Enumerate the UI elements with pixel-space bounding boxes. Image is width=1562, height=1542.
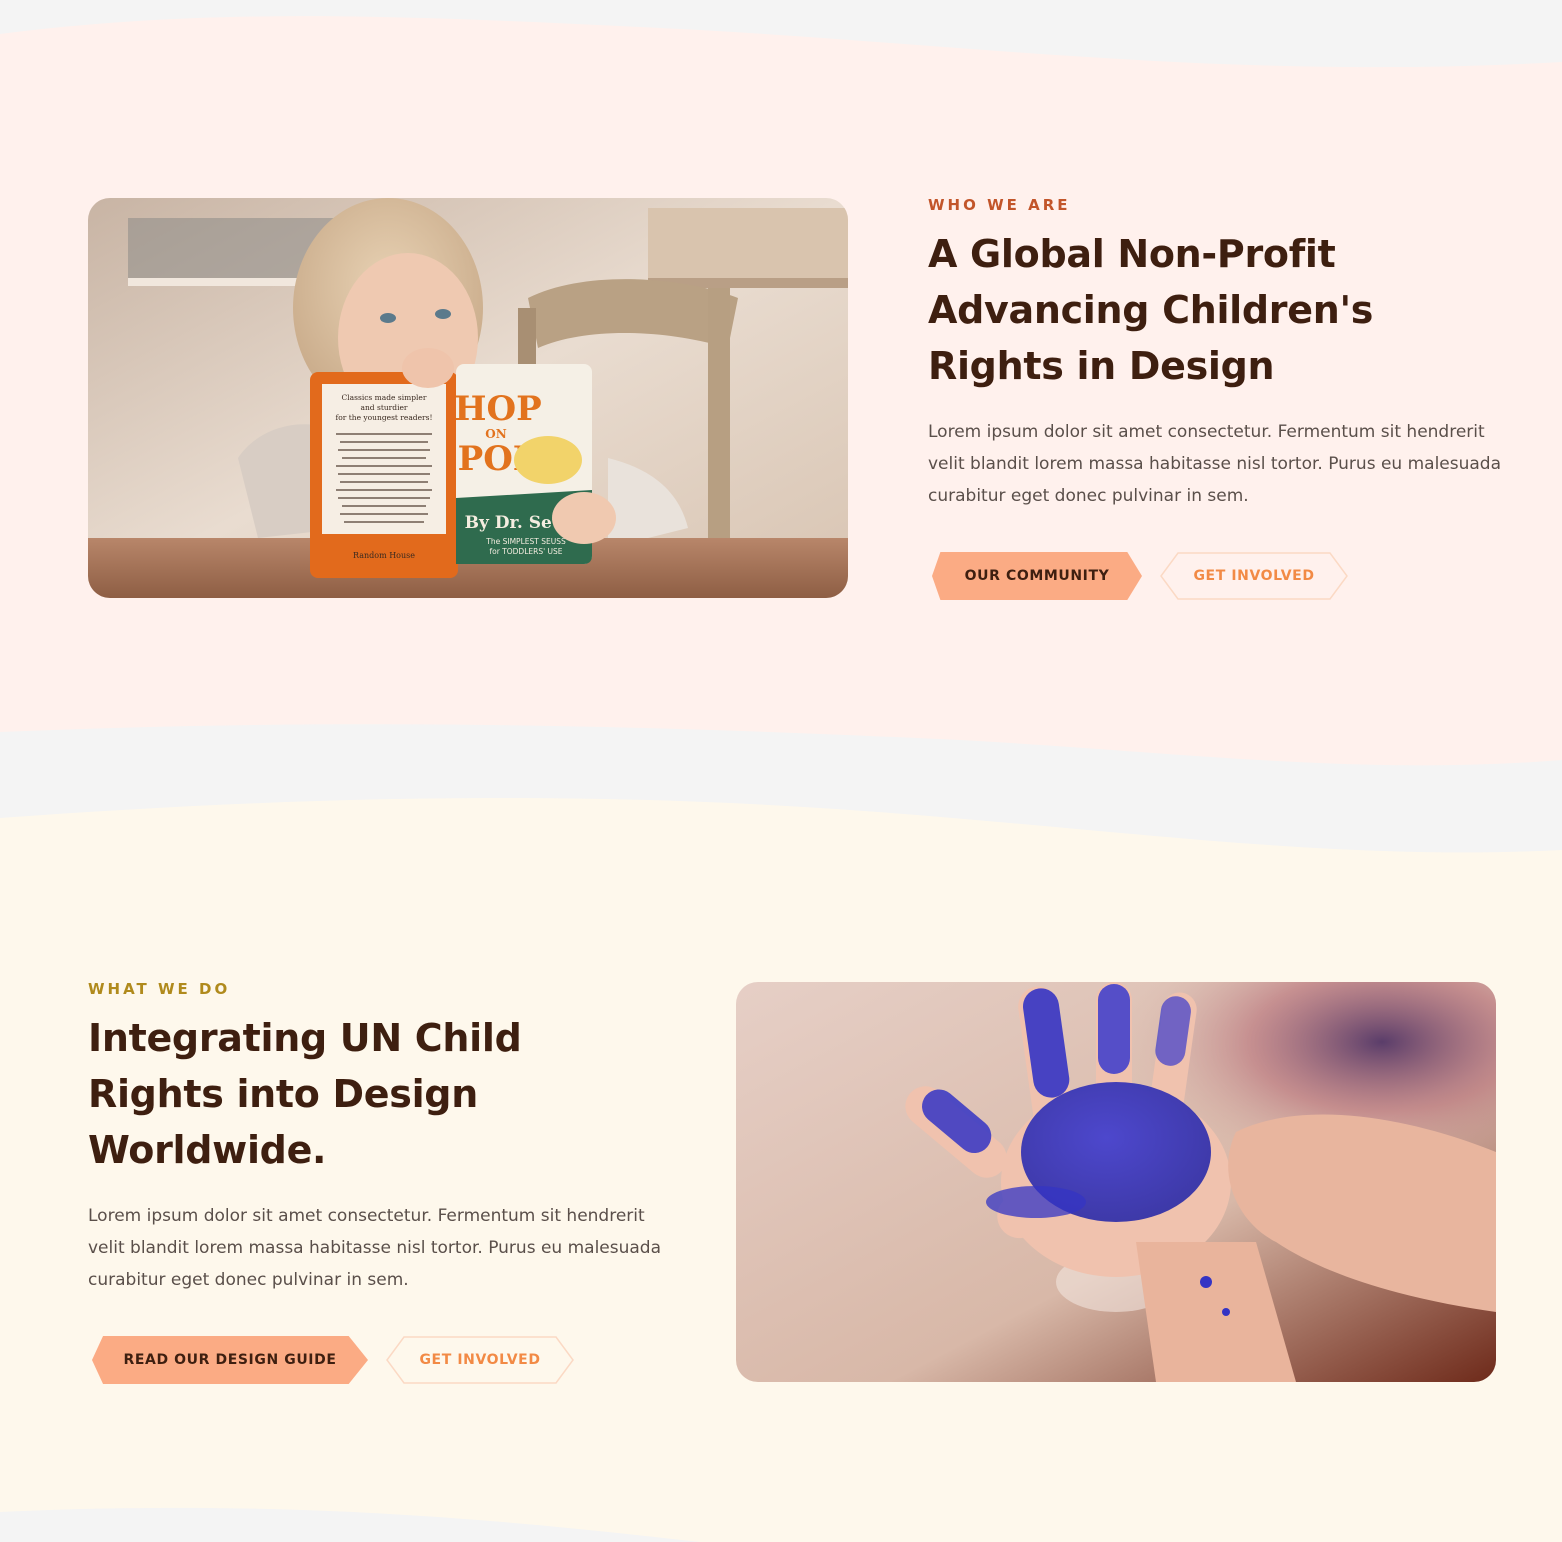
what-we-do-section: WHAT WE DO Integrating UN Child Rights i… <box>0 800 1562 1542</box>
book-tagline-1: The SIMPLEST SEUSS <box>485 537 566 546</box>
book-tagline-2: for TODDLERS' USE <box>489 547 562 556</box>
read-design-guide-button[interactable]: READ OUR DESIGN GUIDE <box>92 1336 368 1384</box>
book-publisher: Random House <box>353 551 415 560</box>
book-left-line3: for the youngest readers! <box>335 413 432 422</box>
painted-hand-photo <box>736 982 1496 1382</box>
who-we-are-eyebrow: WHO WE ARE <box>928 196 1071 214</box>
read-design-guide-label: READ OUR DESIGN GUIDE <box>123 1352 337 1368</box>
what-we-do-title: Integrating UN Child Rights into Design … <box>88 1016 522 1172</box>
what-we-do-eyebrow: WHAT WE DO <box>88 980 231 998</box>
our-community-button[interactable]: OUR COMMUNITY <box>932 552 1142 600</box>
book-left-line1: Classics made simpler <box>342 393 427 402</box>
child-reading-photo: Classics made simpler and sturdier for t… <box>88 198 848 598</box>
book-left-line2: and sturdier <box>361 403 408 412</box>
what-we-do-body: Lorem ipsum dolor sit amet consectetur. … <box>88 1206 662 1290</box>
get-involved-label-2: GET INVOLVED <box>419 1352 541 1368</box>
what-we-do-buttons: READ OUR DESIGN GUIDE GET INVOLVED <box>88 1336 668 1384</box>
who-we-are-buttons: OUR COMMUNITY GET INVOLVED <box>928 552 1508 600</box>
book-title-top: HOP <box>454 389 541 429</box>
who-we-are-title: A Global Non-Profit Advancing Children's… <box>928 232 1374 388</box>
who-we-are-section: Classics made simpler and sturdier for t… <box>0 0 1562 780</box>
what-we-do-content: WHAT WE DO Integrating UN Child Rights i… <box>88 980 668 1384</box>
who-we-are-body: Lorem ipsum dolor sit amet consectetur. … <box>928 422 1502 506</box>
get-involved-button-2[interactable]: GET INVOLVED <box>386 1336 574 1384</box>
get-involved-label: GET INVOLVED <box>1193 568 1315 584</box>
our-community-label: OUR COMMUNITY <box>964 568 1110 584</box>
who-we-are-content: WHO WE ARE A Global Non-Profit Advancing… <box>928 196 1508 600</box>
get-involved-button[interactable]: GET INVOLVED <box>1160 552 1348 600</box>
